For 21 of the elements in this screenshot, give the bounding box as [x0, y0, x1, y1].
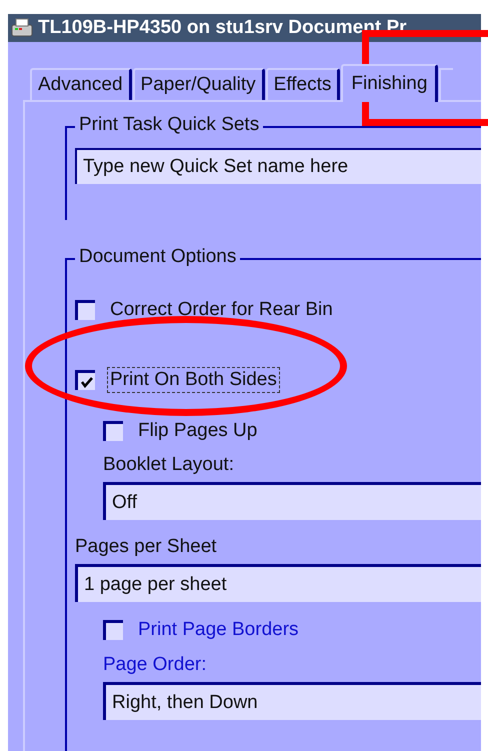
group-title: Print Task Quick Sets — [75, 114, 264, 136]
tab[interactable]: Advanced — [30, 68, 132, 100]
checkbox[interactable] — [75, 370, 95, 390]
dropdown[interactable]: 1 page per sheet — [75, 564, 481, 602]
quick-set-field[interactable]: Type new Quick Set name here — [75, 148, 481, 184]
dropdown[interactable]: Right, then Down — [103, 682, 481, 720]
checkbox[interactable] — [75, 300, 95, 320]
checkmark-icon — [80, 376, 94, 388]
group-title: Document Options — [75, 246, 240, 268]
printer-icon — [10, 17, 34, 39]
checkbox[interactable] — [103, 421, 123, 441]
dropdown[interactable]: Off — [103, 482, 481, 520]
checkbox-label[interactable]: Flip Pages Up — [135, 418, 260, 444]
field-label: Page Order: — [103, 653, 208, 677]
checkbox-label[interactable]: Print On Both Sides — [107, 367, 280, 393]
tab[interactable]: Effects — [266, 68, 340, 100]
field-label: Booklet Layout: — [103, 453, 235, 477]
checkbox-label[interactable]: Correct Order for Rear Bin — [107, 297, 336, 323]
tab[interactable]: Finishing — [341, 64, 438, 102]
field-label: Pages per Sheet — [75, 535, 218, 559]
tab[interactable]: Paper/Quality — [132, 68, 265, 100]
